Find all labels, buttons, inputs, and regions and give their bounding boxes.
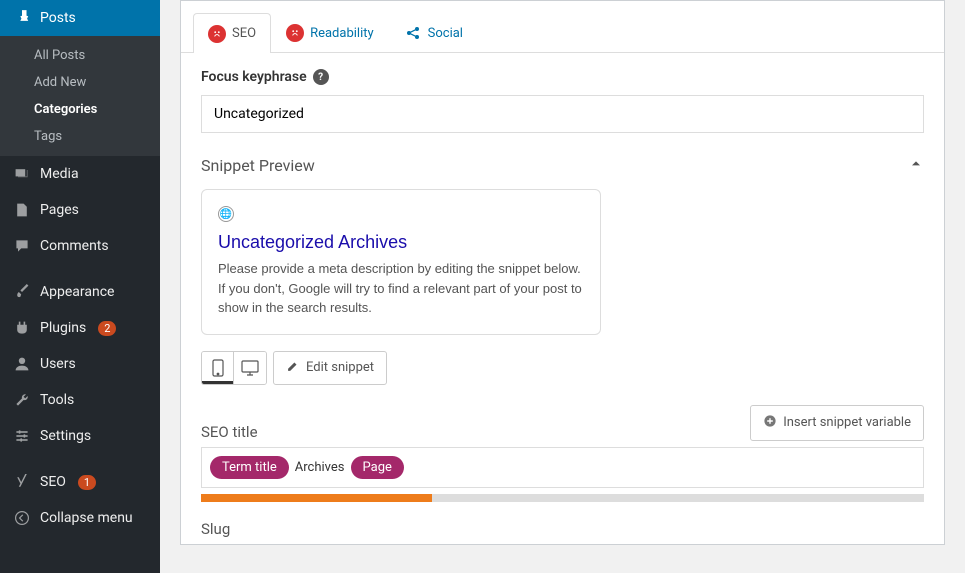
insert-variable-button[interactable]: Insert snippet variable	[750, 405, 924, 441]
mobile-view-button[interactable]	[202, 352, 234, 384]
sidebar-label: Comments	[40, 238, 109, 254]
sidebar-item-pages[interactable]: Pages	[0, 192, 160, 228]
comments-icon	[12, 236, 32, 256]
help-icon[interactable]: ?	[313, 69, 329, 85]
tab-social[interactable]: Social	[389, 13, 478, 52]
seo-badge: 1	[78, 475, 96, 490]
sidebar-item-plugins[interactable]: Plugins 2	[0, 310, 160, 346]
sidebar-label: Users	[40, 356, 76, 372]
metabox-tabs: SEO Readability Social	[181, 1, 944, 53]
sidebar-label: Appearance	[40, 284, 114, 300]
globe-icon: 🌐	[218, 206, 234, 222]
snippet-description[interactable]: Please provide a meta description by edi…	[218, 259, 584, 318]
sidebar-label: Posts	[40, 10, 76, 26]
sidebar-item-settings[interactable]: Settings	[0, 418, 160, 454]
seo-title-editor[interactable]: Term title Archives Page	[201, 447, 924, 488]
settings-icon	[12, 426, 32, 446]
sidebar-item-seo[interactable]: SEO 1	[0, 464, 160, 500]
seo-title-progress	[201, 494, 924, 502]
sidebar-label: Pages	[40, 202, 79, 218]
seo-title-header: SEO title Insert snippet variable	[181, 405, 944, 441]
tab-label: SEO	[232, 26, 256, 41]
pages-icon	[12, 200, 32, 220]
wrench-icon	[12, 390, 32, 410]
media-icon	[12, 164, 32, 184]
tab-label: Social	[428, 26, 463, 41]
slug-header: Slug	[181, 520, 944, 538]
edit-snippet-button[interactable]: Edit snippet	[273, 351, 387, 385]
slug-label: Slug	[201, 520, 230, 538]
yoast-metabox: SEO Readability Social Focus keyphrase ?…	[180, 0, 945, 545]
section-title: Snippet Preview	[201, 156, 315, 175]
seo-title-label: SEO title	[201, 423, 258, 441]
brush-icon	[12, 282, 32, 302]
variable-pill-term-title[interactable]: Term title	[210, 456, 289, 479]
sidebar-item-posts[interactable]: Posts	[0, 0, 160, 36]
desktop-view-button[interactable]	[234, 352, 266, 384]
admin-sidebar: Posts All Posts Add New Categories Tags …	[0, 0, 160, 573]
share-icon	[404, 24, 422, 42]
focus-keyphrase-section: Focus keyphrase ?	[181, 53, 944, 141]
plugins-badge: 2	[98, 321, 116, 336]
focus-keyphrase-input[interactable]	[201, 95, 924, 133]
sidebar-item-media[interactable]: Media	[0, 156, 160, 192]
button-label: Edit snippet	[306, 360, 374, 375]
variable-pill-page[interactable]: Page	[351, 456, 404, 479]
button-label: Insert snippet variable	[783, 415, 911, 430]
pencil-icon	[286, 359, 300, 377]
user-icon	[12, 354, 32, 374]
sad-face-icon	[286, 24, 304, 42]
label-text: Focus keyphrase	[201, 69, 307, 85]
sidebar-label: Settings	[40, 428, 91, 444]
snippet-controls: Edit snippet	[181, 351, 944, 405]
sidebar-label: SEO	[40, 474, 66, 490]
sidebar-label: Plugins	[40, 320, 86, 336]
submenu-add-new[interactable]: Add New	[0, 69, 160, 96]
snippet-title[interactable]: Uncategorized Archives	[218, 232, 584, 253]
pushpin-icon	[12, 8, 32, 28]
collapse-icon	[12, 508, 32, 528]
submenu-categories[interactable]: Categories	[0, 96, 160, 123]
yoast-icon	[12, 472, 32, 492]
focus-keyphrase-label: Focus keyphrase ?	[201, 69, 924, 85]
tab-seo[interactable]: SEO	[193, 13, 271, 53]
sidebar-label: Tools	[40, 392, 74, 408]
submenu-all-posts[interactable]: All Posts	[0, 42, 160, 69]
sidebar-label: Collapse menu	[40, 510, 133, 526]
tab-readability[interactable]: Readability	[271, 13, 389, 52]
chevron-up-icon	[908, 155, 924, 175]
sidebar-item-users[interactable]: Users	[0, 346, 160, 382]
title-text-segment: Archives	[295, 460, 345, 475]
sidebar-item-appearance[interactable]: Appearance	[0, 274, 160, 310]
plus-circle-icon	[763, 414, 777, 432]
tab-label: Readability	[310, 26, 374, 41]
sidebar-label: Media	[40, 166, 79, 182]
snippet-preview-toggle[interactable]: Snippet Preview	[181, 141, 944, 189]
submenu-tags[interactable]: Tags	[0, 123, 160, 150]
sidebar-item-comments[interactable]: Comments	[0, 228, 160, 264]
sad-face-icon	[208, 25, 226, 43]
posts-submenu: All Posts Add New Categories Tags	[0, 36, 160, 156]
plugin-icon	[12, 318, 32, 338]
progress-fill	[201, 494, 432, 502]
sidebar-item-tools[interactable]: Tools	[0, 382, 160, 418]
device-toggle	[201, 351, 267, 385]
main-content: SEO Readability Social Focus keyphrase ?…	[160, 0, 965, 573]
sidebar-collapse[interactable]: Collapse menu	[0, 500, 160, 536]
snippet-preview-card: 🌐 Uncategorized Archives Please provide …	[201, 189, 601, 335]
